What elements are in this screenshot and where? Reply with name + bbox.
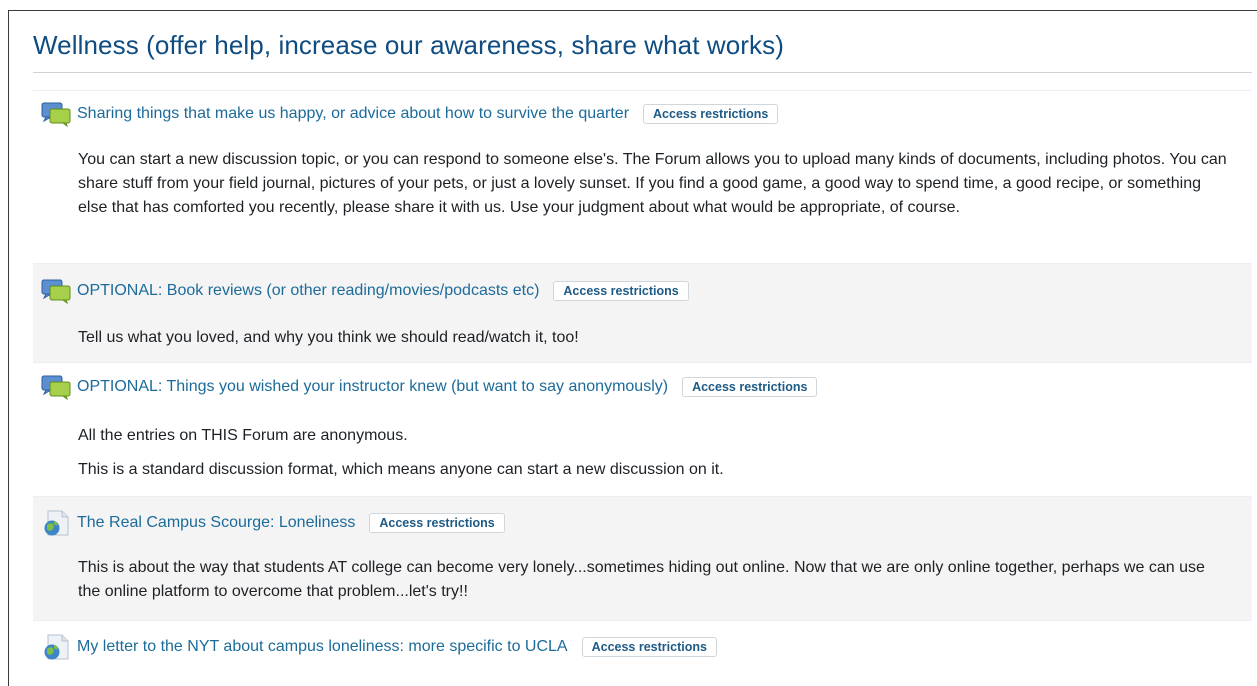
activity-item: Sharing things that make us happy, or ad… <box>33 90 1252 260</box>
access-restrictions-badge[interactable]: Access restrictions <box>553 281 689 301</box>
access-restrictions-badge[interactable]: Access restrictions <box>682 377 818 397</box>
activity-description: This is about the way that students AT c… <box>78 559 1205 600</box>
url-icon[interactable] <box>41 510 71 536</box>
access-restrictions-badge[interactable]: Access restrictions <box>643 104 779 124</box>
activity-item: My letter to the NYT about campus loneli… <box>33 620 1252 686</box>
title-divider <box>33 72 1252 73</box>
url-icon[interactable] <box>41 634 71 660</box>
activity-link[interactable]: OPTIONAL: Book reviews (or other reading… <box>77 282 539 300</box>
activity-description: This is a standard discussion format, wh… <box>78 461 724 478</box>
forum-icon[interactable] <box>41 278 71 305</box>
access-restrictions-badge[interactable]: Access restrictions <box>369 513 505 533</box>
activity-link[interactable]: Sharing things that make us happy, or ad… <box>77 105 629 123</box>
activity-link[interactable]: My letter to the NYT about campus loneli… <box>77 638 568 656</box>
access-restrictions-badge[interactable]: Access restrictions <box>581 637 717 657</box>
activity-link[interactable]: OPTIONAL: Things you wished your instruc… <box>77 378 668 396</box>
section-title: Wellness (offer help, increase our aware… <box>33 30 785 60</box>
activity-description: All the entries on THIS Forum are anonym… <box>78 427 408 444</box>
activity-item: The Real Campus Scourge: Loneliness Acce… <box>33 496 1252 620</box>
forum-icon[interactable] <box>41 374 71 401</box>
activity-link[interactable]: The Real Campus Scourge: Loneliness <box>77 514 355 532</box>
activity-item: OPTIONAL: Book reviews (or other reading… <box>33 263 1252 362</box>
forum-icon[interactable] <box>41 101 71 128</box>
activity-description: Tell us what you loved, and why you thin… <box>78 329 579 346</box>
activity-item: OPTIONAL: Things you wished your instruc… <box>33 362 1252 496</box>
activity-description: You can start a new discussion topic, or… <box>78 151 1227 216</box>
